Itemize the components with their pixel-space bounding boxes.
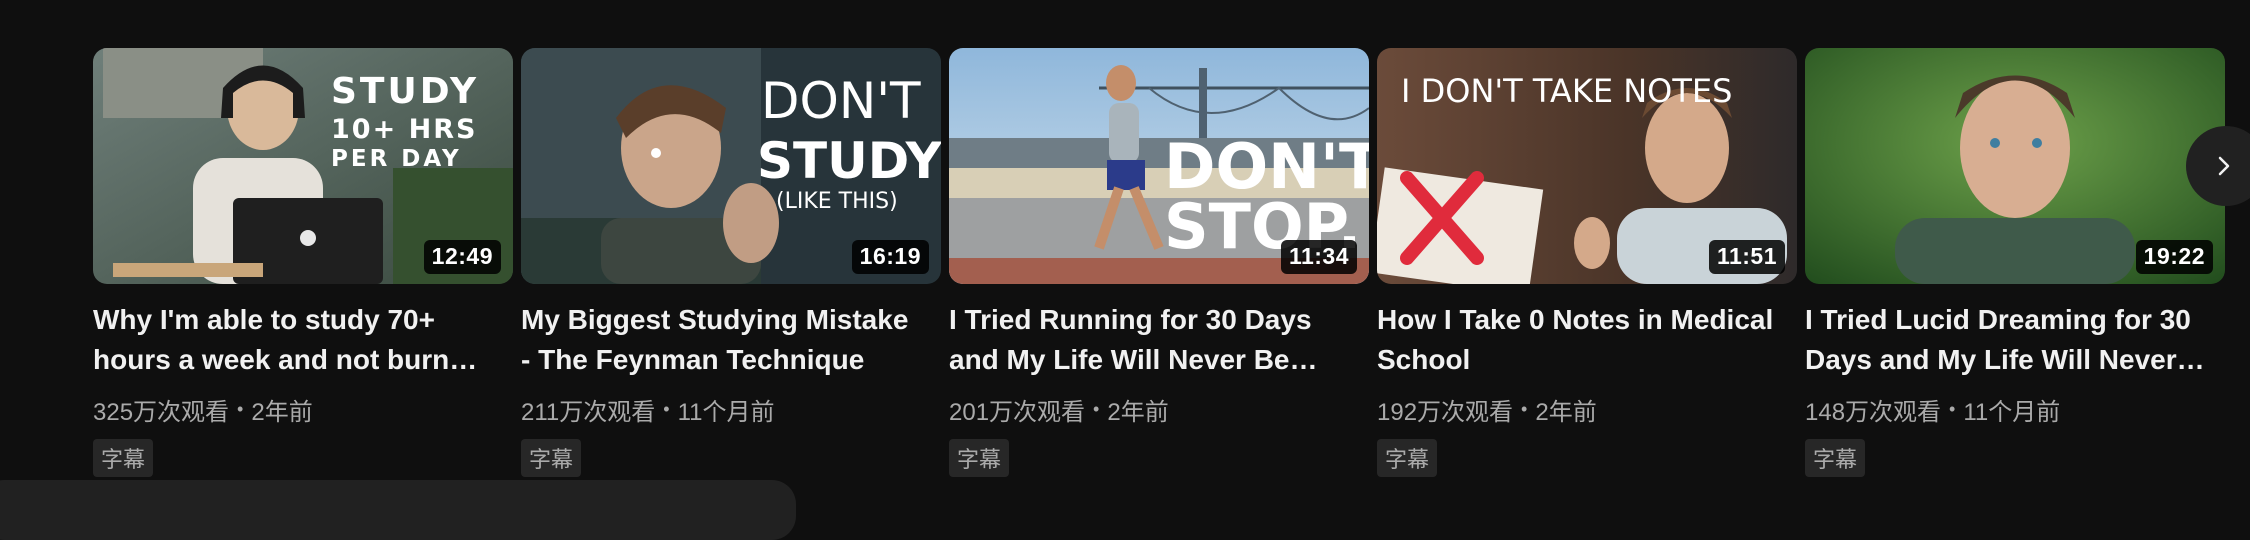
view-count: 192万次观看	[1377, 399, 1514, 426]
svg-text:DON'T: DON'T	[761, 72, 921, 130]
subtitles-badge: 字幕	[1377, 439, 1438, 477]
chevron-right-icon	[2218, 156, 2230, 176]
svg-text:STUDY: STUDY	[331, 71, 479, 112]
svg-text:I DON'T TAKE NOTES: I DON'T TAKE NOTES	[1401, 72, 1732, 110]
video-thumbnail[interactable]: STUDY 10+ HRS PER DAY 12:49	[93, 48, 513, 284]
video-meta: 148万次观看 • 11个月前	[1805, 392, 2225, 427]
video-title[interactable]: I Tried Lucid Dreaming for 30 Days and M…	[1805, 300, 2205, 380]
video-title[interactable]: How I Take 0 Notes in Medical School	[1377, 300, 1777, 380]
video-card[interactable]: DON'T STOP. 11:34 I Tried Running for 30…	[949, 48, 1369, 477]
view-count: 148万次观看	[1805, 399, 1942, 426]
view-count: 201万次观看	[949, 399, 1086, 426]
video-thumbnail[interactable]: DON'T STOP. 11:34	[949, 48, 1369, 284]
bottom-overlay-panel	[0, 480, 796, 540]
video-title[interactable]: I Tried Running for 30 Days and My Life …	[949, 300, 1349, 380]
svg-text:10+ HRS: 10+ HRS	[331, 114, 477, 145]
meta-separator: •	[1949, 399, 1956, 419]
meta-separator: •	[1521, 399, 1528, 419]
video-thumbnail[interactable]: 19:22	[1805, 48, 2225, 284]
view-count: 211万次观看	[521, 399, 656, 426]
meta-separator: •	[1093, 399, 1100, 419]
upload-age: 2年前	[1535, 399, 1597, 426]
video-card[interactable]: 19:22 I Tried Lucid Dreaming for 30 Days…	[1805, 48, 2225, 477]
video-meta: 325万次观看 • 2年前	[93, 392, 513, 427]
subtitles-badge: 字幕	[1805, 439, 1866, 477]
upload-age: 11个月前	[1963, 399, 2061, 426]
upload-age: 11个月前	[677, 399, 775, 426]
video-thumbnail[interactable]: DON'T STUDY (LIKE THIS) 16:19	[521, 48, 941, 284]
video-meta: 211万次观看 • 11个月前	[521, 392, 941, 427]
subtitles-badge: 字幕	[521, 439, 582, 477]
duration-badge: 16:19	[851, 240, 929, 274]
subtitles-badge: 字幕	[949, 439, 1010, 477]
duration-badge: 12:49	[423, 240, 501, 274]
view-count: 325万次观看	[93, 399, 230, 426]
svg-text:(LIKE THIS): (LIKE THIS)	[776, 189, 898, 214]
upload-age: 2年前	[1107, 399, 1169, 426]
duration-badge: 19:22	[2135, 240, 2213, 274]
upload-age: 2年前	[251, 399, 313, 426]
video-card[interactable]: DON'T STUDY (LIKE THIS) 16:19 My Biggest…	[521, 48, 941, 477]
video-meta: 192万次观看 • 2年前	[1377, 392, 1797, 427]
video-meta: 201万次观看 • 2年前	[949, 392, 1369, 427]
duration-badge: 11:51	[1708, 240, 1785, 274]
meta-separator: •	[663, 399, 670, 419]
svg-text:STUDY: STUDY	[757, 132, 941, 190]
video-shelf: STUDY 10+ HRS PER DAY 12:49 Why I'm able…	[93, 48, 2225, 477]
video-card[interactable]: STUDY 10+ HRS PER DAY 12:49 Why I'm able…	[93, 48, 513, 477]
subtitles-badge: 字幕	[93, 439, 154, 477]
svg-text:PER DAY: PER DAY	[331, 146, 462, 172]
video-title[interactable]: Why I'm able to study 70+ hours a week a…	[93, 300, 493, 380]
meta-separator: •	[237, 399, 244, 419]
duration-badge: 11:34	[1280, 240, 1357, 274]
video-thumbnail[interactable]: I DON'T TAKE NOTES 11:51	[1377, 48, 1797, 284]
video-title[interactable]: My Biggest Studying Mistake - The Feynma…	[521, 300, 921, 380]
video-card[interactable]: I DON'T TAKE NOTES 11:51 How I Take 0 No…	[1377, 48, 1797, 477]
